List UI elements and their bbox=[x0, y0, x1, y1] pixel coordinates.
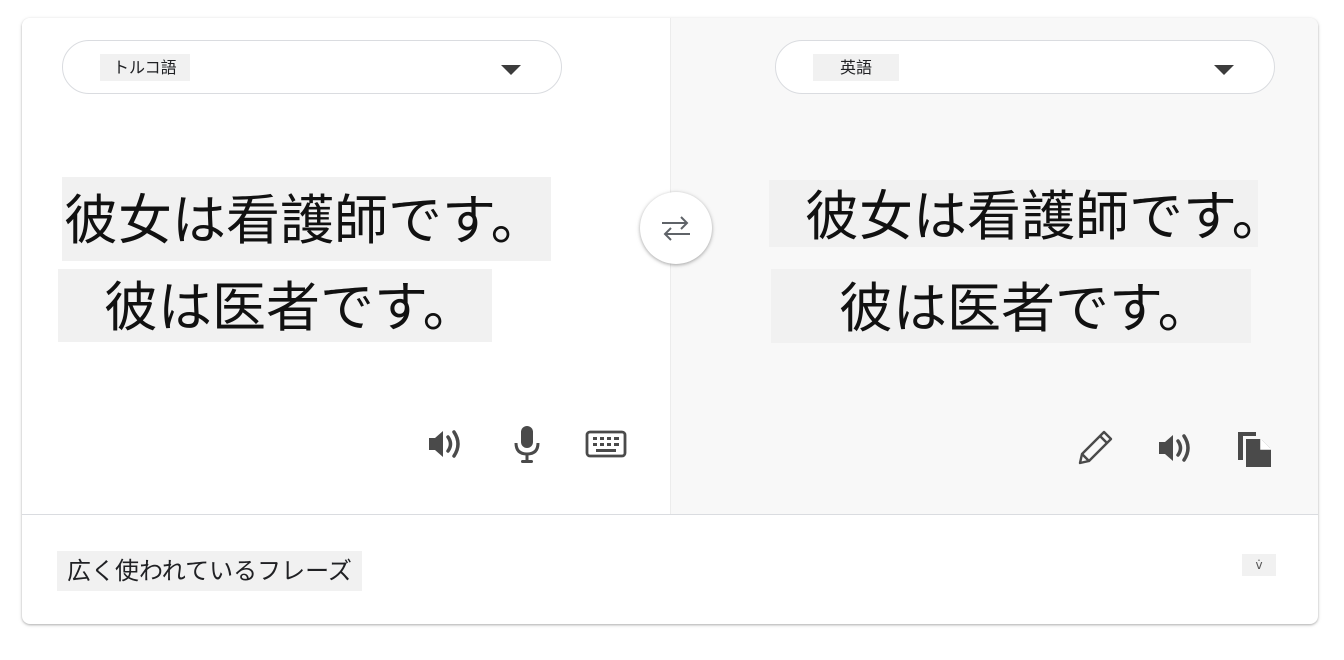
voice-input-button[interactable] bbox=[503, 420, 551, 468]
source-language-select[interactable]: トルコ語 bbox=[62, 40, 562, 94]
section-divider bbox=[22, 514, 1318, 515]
chevron-down-icon bbox=[501, 65, 521, 75]
listen-translation-button[interactable] bbox=[1151, 424, 1199, 472]
listen-source-button[interactable] bbox=[421, 420, 469, 468]
source-pane: トルコ語 彼女は看護師です。 彼は医者です。 bbox=[22, 18, 670, 514]
keyboard-icon bbox=[585, 430, 627, 458]
source-text-line-1[interactable]: 彼女は看護師です。 bbox=[62, 177, 551, 261]
speaker-icon bbox=[429, 430, 460, 458]
target-pane: 英語 彼女は看護師です。 彼は医者です。 bbox=[670, 18, 1318, 514]
target-text-line-2: 彼は医者です。 bbox=[771, 269, 1251, 343]
common-phrases-label[interactable]: 広く使われているフレーズ bbox=[57, 551, 362, 591]
virtual-keyboard-button[interactable] bbox=[582, 420, 630, 468]
speaker-icon bbox=[1159, 434, 1190, 462]
swap-arrows-icon bbox=[662, 216, 690, 241]
expand-phrases-toggle[interactable]: v̇ bbox=[1242, 554, 1276, 576]
target-language-select[interactable]: 英語 bbox=[775, 40, 1275, 94]
edit-translation-button[interactable] bbox=[1071, 424, 1119, 472]
swap-languages-button[interactable] bbox=[640, 192, 712, 264]
microphone-icon bbox=[514, 426, 540, 463]
source-text-line-2[interactable]: 彼は医者です。 bbox=[58, 269, 492, 342]
translator-card: トルコ語 彼女は看護師です。 彼は医者です。 英語 彼女は看護師です。 彼は医者… bbox=[22, 18, 1318, 624]
source-language-label: トルコ語 bbox=[100, 54, 190, 81]
copy-icon bbox=[1238, 432, 1271, 467]
chevron-down-icon bbox=[1214, 65, 1234, 75]
copy-translation-button[interactable] bbox=[1231, 424, 1279, 472]
target-language-label: 英語 bbox=[813, 54, 900, 81]
pencil-icon bbox=[1078, 430, 1113, 465]
chevron-down-icon: v̇ bbox=[1255, 558, 1263, 572]
target-text-line-1: 彼女は看護師です。 bbox=[769, 180, 1286, 247]
